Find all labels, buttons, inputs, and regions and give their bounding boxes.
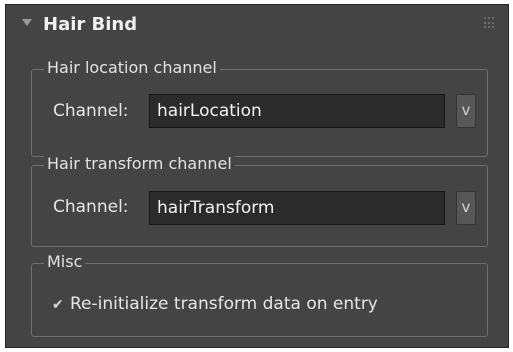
channel-label: Channel:: [53, 197, 129, 217]
group-title: Hair transform channel: [44, 153, 235, 175]
channel-label: Channel:: [53, 101, 129, 121]
group-title: Misc: [44, 251, 86, 273]
drag-grip-icon[interactable]: [484, 17, 496, 29]
group-title: Hair location channel: [44, 57, 220, 79]
hair-transform-group: Hair transform channel Channel: hairTran…: [31, 153, 488, 247]
misc-group: Misc ✔ Re-initialize transform data on e…: [31, 251, 488, 337]
rollout-title: Hair Bind: [43, 14, 138, 35]
reinitialize-checkbox[interactable]: ✔: [52, 298, 66, 312]
collapse-arrow-icon[interactable]: [22, 19, 32, 26]
hair-bind-panel: Hair Bind Hair location channel Channel:…: [5, 4, 509, 348]
reinitialize-checkbox-label[interactable]: Re-initialize transform data on entry: [70, 294, 378, 314]
hair-location-group: Hair location channel Channel: hairLocat…: [31, 57, 488, 157]
hair-transform-dropdown-button[interactable]: v: [456, 191, 476, 225]
rollout-header[interactable]: Hair Bind: [6, 5, 508, 45]
hair-transform-channel-input[interactable]: hairTransform: [149, 191, 445, 225]
hair-location-channel-input[interactable]: hairLocation: [149, 94, 445, 128]
hair-location-dropdown-button[interactable]: v: [456, 94, 476, 128]
